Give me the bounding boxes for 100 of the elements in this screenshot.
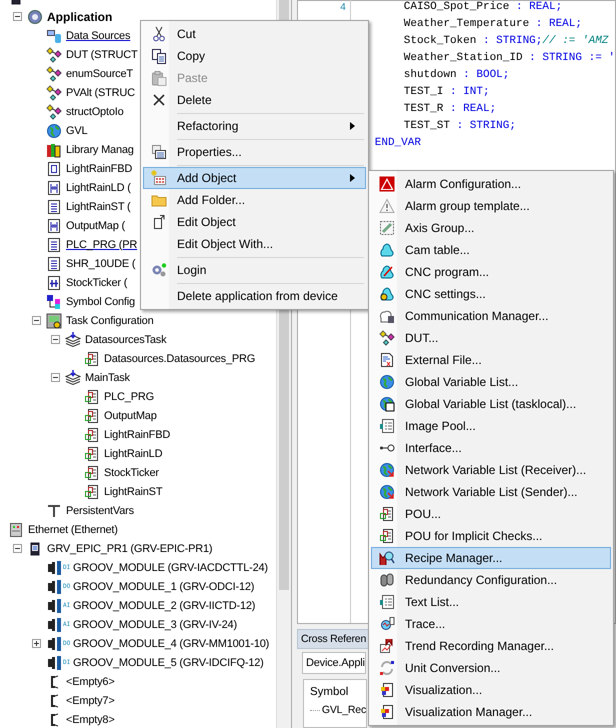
menu-item[interactable]: Delete	[143, 89, 366, 111]
tree-item[interactable]: SHR_10UDE (	[46, 256, 136, 272]
collapse-toggle[interactable]	[32, 316, 41, 325]
tree-item[interactable]: PLC_PRG	[84, 388, 154, 404]
menu-item[interactable]: Network Variable List (Sender)...	[371, 481, 611, 503]
grid-document-icon	[84, 426, 100, 442]
tree-item[interactable]: PersistentVars	[46, 502, 134, 518]
tree-item[interactable]: LightRainST (	[46, 198, 130, 214]
menu-item[interactable]: Login	[143, 259, 366, 281]
menu-item[interactable]: Copy	[143, 45, 366, 67]
collapse-toggle[interactable]	[13, 12, 22, 21]
menu-item[interactable]: Global Variable List (tasklocal)...	[371, 393, 611, 415]
tree-item[interactable]: LightRainFBD	[46, 160, 132, 176]
tree-item[interactable]: Library Manag	[46, 142, 134, 158]
grid-document-icon	[84, 388, 100, 404]
tree-item[interactable]: PLC_PRG (PR	[46, 236, 138, 252]
menu-item[interactable]: Network Variable List (Receiver)...	[371, 459, 611, 481]
scope-field[interactable]: Device.Appli	[302, 652, 366, 674]
tree-item[interactable]: GVL	[46, 122, 88, 138]
menu-item[interactable]: Axis Group...	[371, 217, 611, 239]
squares-icon	[46, 294, 62, 310]
document-icon	[46, 256, 62, 272]
tree-item[interactable]: Data Sources	[46, 28, 130, 44]
tree-item[interactable]: LightRainLD	[84, 446, 162, 462]
menu-item[interactable]: Edit Object With...	[143, 233, 366, 255]
diamonds-icon	[46, 84, 62, 100]
code-line: END_VAR	[374, 137, 421, 149]
menu-item[interactable]: Delete application from device	[143, 285, 366, 307]
tree-item[interactable]: GROOV_MODULE_3 (GRV-IV-24)	[73, 618, 237, 630]
tree-item[interactable]: Ethernet (Ethernet)	[8, 522, 118, 538]
tree-item[interactable]: LightRainLD (	[46, 180, 131, 196]
menu-item[interactable]: Cut	[143, 23, 366, 45]
code-line: TEST_I : INT;	[404, 86, 490, 98]
menu-item[interactable]: Alarm group template...	[371, 195, 611, 217]
module-icon	[46, 636, 62, 652]
tree-item[interactable]: Application	[27, 8, 112, 24]
tree-item[interactable]: Symbol Config	[46, 294, 135, 310]
paste-icon	[151, 70, 167, 86]
expand-toggle[interactable]	[32, 639, 41, 648]
menu-item[interactable]: POU for Implicit Checks...	[371, 525, 611, 547]
collapse-toggle[interactable]	[13, 544, 22, 553]
menu-item[interactable]: DUT...	[371, 327, 611, 349]
tree-item[interactable]: LightRainST	[84, 484, 162, 500]
tree-item[interactable]: GROOV_MODULE_4 (GRV-MM1001-10)	[73, 638, 270, 650]
tree-item[interactable]: GRV_EPIC_PR1 (GRV-EPIC-PR1)	[27, 540, 212, 556]
menu-item[interactable]: External File...	[371, 349, 611, 371]
tree-item[interactable]: Task Configuration	[46, 312, 154, 328]
tree-item[interactable]: <Empty7>	[46, 692, 115, 708]
menu-item[interactable]: Image Pool...	[371, 415, 611, 437]
tree-item[interactable]: LightRainFBD	[84, 426, 170, 442]
tree-item[interactable]: GROOV_MODULE (GRV-IACDCTTL-24)	[73, 562, 268, 574]
menu-item[interactable]: Add Object	[143, 167, 366, 189]
menu-item[interactable]: Add Folder...	[143, 189, 366, 211]
tree-item[interactable]: GROOV_MODULE_2 (GRV-IICTD-12)	[73, 600, 256, 612]
tree-item[interactable]: DatasourcesTask	[65, 332, 166, 348]
menu-item[interactable]: CNC settings...	[371, 283, 611, 305]
tree-item[interactable]: GROOV_MODULE_1 (GRV-ODCI-12)	[73, 580, 254, 592]
menu-item[interactable]: Communication Manager...	[371, 305, 611, 327]
tree-item[interactable]: StockTicker (	[46, 274, 128, 290]
menu-item[interactable]: Trace...	[371, 613, 611, 635]
code-line: TEST_ST : STRING;	[404, 120, 516, 132]
menu-item[interactable]: Alarm Configuration...	[371, 173, 611, 195]
menu-item[interactable]: CNC program...	[371, 261, 611, 283]
code-line: TEST_R : REAL;	[404, 103, 496, 115]
tree-item[interactable]: StockTicker	[84, 464, 159, 480]
code-line: CAISO_Spot_Price : REAL;	[404, 1, 562, 13]
tree-item[interactable]: GROOV_MODULE_5 (GRV-IDCIFQ-12)	[73, 656, 264, 668]
menu-item[interactable]: POU...	[371, 503, 611, 525]
menu-item[interactable]: Refactoring	[143, 115, 366, 137]
tree-item[interactable]: OutputMap (	[46, 218, 125, 234]
menu-item[interactable]: Text List...	[371, 591, 611, 613]
menu-item[interactable]: Recipe Manager...	[371, 547, 611, 569]
tree-item[interactable]: MainTask	[65, 370, 130, 386]
tree-item[interactable]: structOptoIo	[46, 104, 124, 120]
collapse-toggle[interactable]	[51, 335, 60, 344]
menu-item[interactable]: Interface...	[371, 437, 611, 459]
menu-item[interactable]: Visualization...	[371, 679, 611, 701]
menu-item[interactable]: Unit Conversion...	[371, 657, 611, 679]
tree-item[interactable]: enumSourceT	[46, 66, 133, 82]
column-header[interactable]: Symbol	[310, 686, 366, 704]
cylinder-icon	[379, 572, 395, 588]
tree-item[interactable]: PVAlt (STRUC	[46, 84, 135, 100]
server-icon	[8, 522, 24, 538]
menu-item[interactable]: Trend Recording Manager...	[371, 635, 611, 657]
menu-item[interactable]: Global Variable List...	[371, 371, 611, 393]
tree-item[interactable]: <Empty8>	[46, 712, 115, 728]
menu-item[interactable]: Visualization Manager...	[371, 701, 611, 723]
collapse-toggle[interactable]	[51, 373, 60, 382]
panel-tab[interactable]: Cross Referen	[297, 629, 370, 649]
tree-item[interactable]: OutputMap	[84, 408, 157, 424]
diamonds-icon	[46, 66, 62, 82]
menu-item[interactable]: Cam table...	[371, 239, 611, 261]
menu-item[interactable]: Edit Object	[143, 211, 366, 233]
tree-item[interactable]: Datasources.Datasources_PRG	[84, 350, 256, 366]
menu-item[interactable]: Redundancy Configuration...	[371, 569, 611, 591]
tree-item[interactable]: <Empty6>	[46, 674, 115, 690]
menu-item[interactable]: Properties...	[143, 141, 366, 163]
module-icon	[46, 616, 62, 632]
code-line: shutdown : BOOL;	[404, 69, 510, 81]
tree-item[interactable]: DUT (STRUCT	[46, 46, 138, 62]
